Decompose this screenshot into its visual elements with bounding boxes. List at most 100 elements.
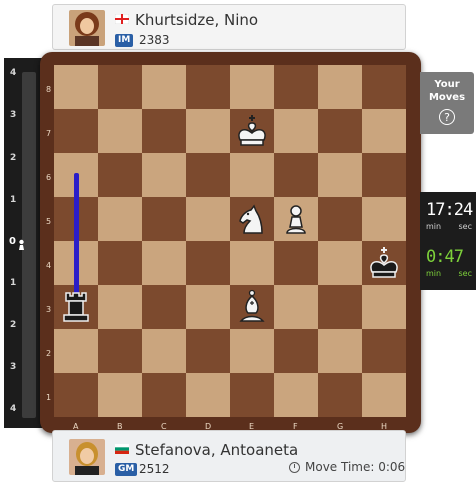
square-e8[interactable] [230,65,274,109]
square-d4[interactable] [186,241,230,285]
square-b5[interactable] [98,197,142,241]
square-h8[interactable] [362,65,406,109]
help-icon[interactable]: ? [439,109,455,125]
eval-label-top-1: 1 [10,195,17,205]
move-arrow [74,173,79,295]
square-b1[interactable] [98,373,142,417]
georgia-flag-icon [114,10,130,25]
square-c3[interactable] [142,285,186,329]
your-moves-button[interactable]: Your Moves ? [420,72,474,134]
square-d1[interactable] [186,373,230,417]
eval-label-bottom-3: 3 [10,362,17,372]
square-b7[interactable] [98,109,142,153]
min-label: min [426,222,442,231]
square-a7[interactable] [54,109,98,153]
square-d8[interactable] [186,65,230,109]
pawn-icon [17,235,26,250]
your-moves-label: Your Moves [428,79,466,103]
square-d5[interactable] [186,197,230,241]
white-knight-icon[interactable] [230,197,274,241]
square-g8[interactable] [318,65,362,109]
eval-label-bottom-1: 1 [10,278,17,288]
top-player-title-badge: IM [115,34,134,47]
eval-label-bottom-2: 2 [10,320,17,330]
rank-label: 1 [46,393,52,402]
rank-label: 4 [46,261,52,270]
square-b8[interactable] [98,65,142,109]
top-player-rating: 2383 [139,33,170,47]
rank-label: 7 [46,129,52,138]
bottom-player-clock: 0:47 [426,247,464,267]
square-c6[interactable] [142,153,186,197]
square-c4[interactable] [142,241,186,285]
square-b3[interactable] [98,285,142,329]
square-c8[interactable] [142,65,186,109]
square-f7[interactable] [274,109,318,153]
eval-label-bottom-4: 4 [10,404,17,414]
bottom-player-panel: Stefanova, Antoaneta GM 2512 Move Time: … [52,430,406,482]
black-rook-icon[interactable] [54,285,98,329]
square-b4[interactable] [98,241,142,285]
square-a8[interactable] [54,65,98,109]
white-pawn-icon[interactable] [274,197,318,241]
square-h2[interactable] [362,329,406,373]
square-g3[interactable] [318,285,362,329]
eval-label-top-2: 2 [10,153,17,163]
eval-label-zero: 0 [9,236,16,247]
square-b2[interactable] [98,329,142,373]
square-c2[interactable] [142,329,186,373]
sec-label: sec [458,222,473,231]
square-h3[interactable] [362,285,406,329]
square-d7[interactable] [186,109,230,153]
square-e6[interactable] [230,153,274,197]
square-h6[interactable] [362,153,406,197]
bottom-clock-units: min sec [426,269,472,278]
square-c1[interactable] [142,373,186,417]
square-e1[interactable] [230,373,274,417]
square-h1[interactable] [362,373,406,417]
square-d3[interactable] [186,285,230,329]
square-g6[interactable] [318,153,362,197]
top-player-clock: 17:24 [426,200,473,220]
square-c7[interactable] [142,109,186,153]
top-player-name[interactable]: Khurtsidze, Nino [135,11,258,29]
bottom-player-avatar [69,439,105,475]
square-f8[interactable] [274,65,318,109]
square-d6[interactable] [186,153,230,197]
black-king-icon[interactable] [362,241,406,285]
square-f6[interactable] [274,153,318,197]
square-f3[interactable] [274,285,318,329]
bottom-player-title-badge: GM [115,463,138,476]
rank-label: 2 [46,349,52,358]
top-player-avatar [69,10,105,46]
white-king-icon[interactable] [230,109,274,153]
bottom-player-name[interactable]: Stefanova, Antoaneta [135,441,298,459]
square-g2[interactable] [318,329,362,373]
square-a1[interactable] [54,373,98,417]
square-b6[interactable] [98,153,142,197]
square-f2[interactable] [274,329,318,373]
square-f4[interactable] [274,241,318,285]
top-player-name-row: Khurtsidze, Nino [114,10,258,29]
square-g7[interactable] [318,109,362,153]
white-bishop-icon[interactable] [230,285,274,329]
rank-label: 6 [46,173,52,182]
top-player-panel: Khurtsidze, Nino IM 2383 [52,4,406,50]
square-h5[interactable] [362,197,406,241]
square-h7[interactable] [362,109,406,153]
move-time-text: Move Time: 0:06 [305,460,406,474]
square-d2[interactable] [186,329,230,373]
bottom-player-name-row: Stefanova, Antoaneta [115,440,298,459]
square-f1[interactable] [274,373,318,417]
rank-label: 3 [46,305,52,314]
square-a2[interactable] [54,329,98,373]
square-g4[interactable] [318,241,362,285]
square-e2[interactable] [230,329,274,373]
square-c5[interactable] [142,197,186,241]
square-g5[interactable] [318,197,362,241]
sec-label: sec [458,269,473,278]
square-g1[interactable] [318,373,362,417]
eval-label-top-3: 3 [10,110,17,120]
bottom-player-rating: 2512 [139,462,170,476]
square-e4[interactable] [230,241,274,285]
